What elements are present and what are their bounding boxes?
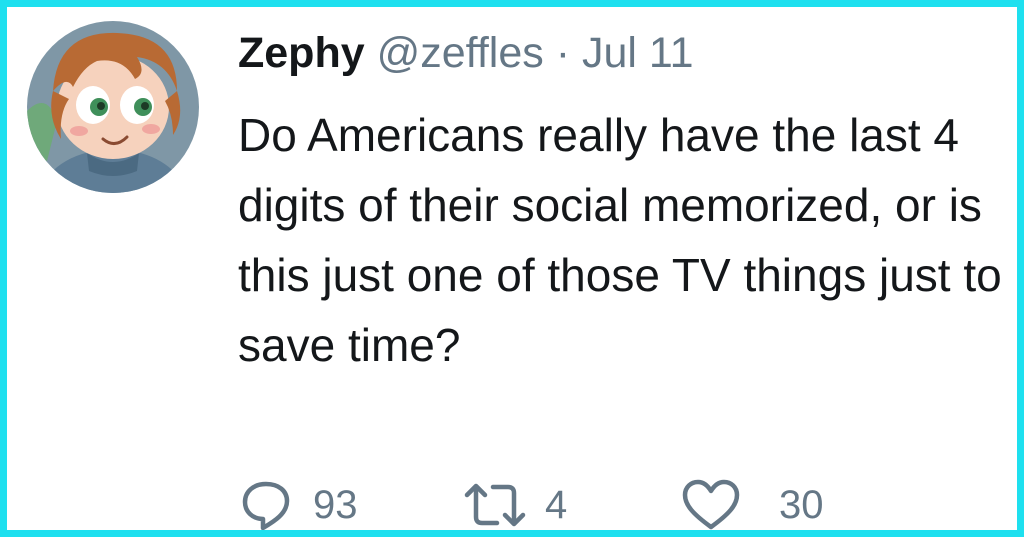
tweet-text: Do Americans really have the last 4 digi…: [238, 109, 1002, 371]
retweet-icon: [463, 479, 527, 530]
reply-button[interactable]: 93: [241, 477, 358, 530]
avatar[interactable]: [27, 21, 199, 193]
retweet-count: 4: [545, 482, 568, 527]
reply-count: 93: [313, 482, 358, 527]
user-handle[interactable]: @zeffles: [377, 29, 544, 77]
display-name[interactable]: Zephy: [238, 29, 365, 77]
tweet-card: Zephy @zeffles · Jul 11 Do Americans rea…: [0, 0, 1024, 537]
avatar-illustration-icon: [27, 21, 199, 193]
tweet-header: Zephy @zeffles · Jul 11: [238, 25, 694, 81]
retweet-button[interactable]: 4: [463, 477, 568, 530]
like-count: 30: [779, 482, 824, 527]
tweet-date[interactable]: Jul 11: [582, 29, 694, 77]
header-separator: ·: [555, 29, 571, 77]
speech-bubble-icon: [241, 479, 291, 530]
like-button[interactable]: 30: [681, 477, 824, 530]
heart-icon: [681, 478, 741, 530]
